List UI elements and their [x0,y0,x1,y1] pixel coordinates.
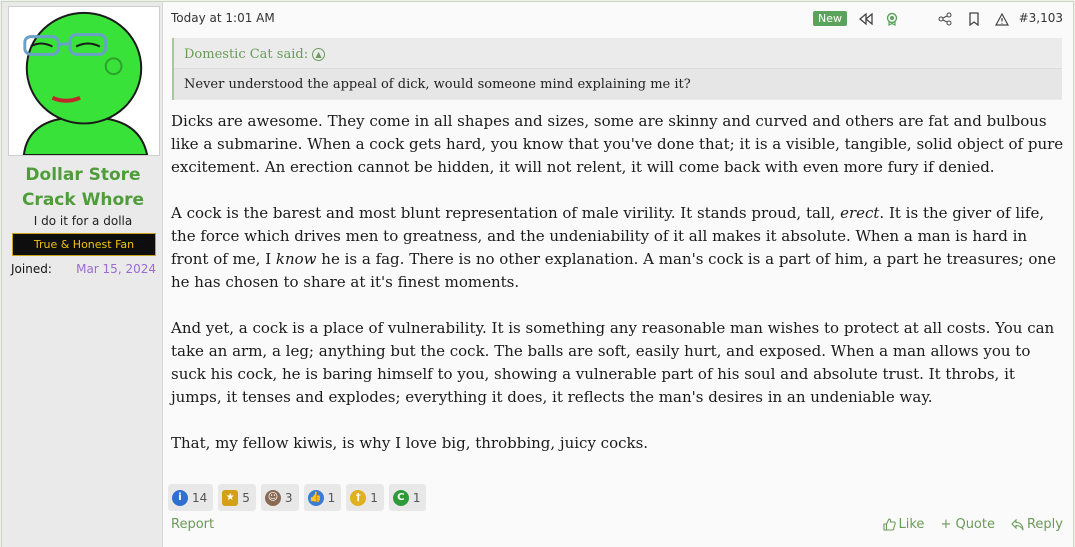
paragraph: Dicks are awesome. They come in all shap… [171,112,1064,176]
like-button[interactable]: Like [882,517,925,532]
reaction-count: 1 [370,490,378,505]
reaction-bar: i 14 ★ 5 ☺ 3 👍 1 † 1 C 1 [168,484,427,511]
emphasis-erect: erect [840,204,880,222]
user-banner: True & Honest Fan [12,233,156,256]
warning-icon[interactable] [993,10,1011,28]
rewind-icon[interactable] [857,10,875,28]
informative-icon: i [172,489,188,506]
reply-icon [1011,518,1024,530]
quote-text: Never understood the appeal of dick, wou… [174,68,1062,99]
paragraph: And yet, a cock is a place of vulnerabil… [171,319,1055,406]
award-icon[interactable] [883,10,901,28]
reaction-dagger[interactable]: † 1 [346,484,384,511]
avatar[interactable] [8,6,160,156]
post-header: Today at 1:01 AM New #3,103 [171,11,1063,31]
reaction-green-c[interactable]: C 1 [388,484,427,511]
share-icon[interactable] [936,10,954,28]
post-body: Dicks are awesome. They come in all shap… [171,110,1067,478]
username[interactable]: Dollar Store Crack Whore [8,163,158,213]
reaction-count: 5 [242,490,250,505]
reaction-count: 3 [284,490,293,505]
post: Dollar Store Crack Whore I do it for a d… [1,1,1074,547]
paragraph-2: A cock is the barest and most blunt repr… [171,204,1056,291]
thumbs-up-icon: 👍 [307,489,324,506]
face-icon: ☺ [264,489,281,506]
reaction-count: 14 [192,490,208,505]
reaction-count: 1 [412,490,421,505]
post-footer: Report Like + Quote Reply [171,517,1063,537]
dagger-icon: † [350,489,367,506]
green-c-icon: C [392,489,409,506]
quote-author[interactable]: Domestic Cat said: [184,47,308,62]
quote-block: Domestic Cat said: ▲ Never understood the… [172,38,1062,100]
post-number[interactable]: #3,103 [1019,11,1063,25]
post-timestamp[interactable]: Today at 1:01 AM [171,11,275,25]
paragraph: That, my fellow kiwis, is why I love big… [171,434,649,452]
like-label: Like [898,517,925,532]
reaction-informative[interactable]: i 14 [168,484,214,511]
user-sidebar: Dollar Store Crack Whore I do it for a d… [2,2,163,547]
quote-header[interactable]: Domestic Cat said: ▲ [174,38,1062,68]
thumbs-up-outline-icon [882,518,896,531]
reply-button[interactable]: Reply [1011,517,1063,532]
post-actions: Like + Quote Reply [882,517,1063,532]
quote-button[interactable]: + Quote [940,517,995,532]
joined-label: Joined: [11,262,52,276]
bookmark-icon[interactable] [965,10,983,28]
medal-icon: ★ [222,489,239,506]
quote-jump-icon[interactable]: ▲ [312,48,326,61]
reaction-face[interactable]: ☺ 3 [260,484,299,511]
reaction-medal[interactable]: ★ 5 [218,484,256,511]
report-link[interactable]: Report [171,517,214,532]
new-badge: New [813,11,847,26]
reply-label: Reply [1026,517,1063,532]
reaction-count: 1 [327,490,336,505]
reaction-like[interactable]: 👍 1 [303,484,342,511]
user-title: I do it for a dolla [33,214,133,228]
joined-value: Mar 15, 2024 [76,262,156,276]
post-main: Today at 1:01 AM New #3,103 Domestic Cat… [163,2,1073,547]
emphasis-know: know [275,250,317,268]
joined-row: Joined: Mar 15, 2024 [8,262,156,276]
